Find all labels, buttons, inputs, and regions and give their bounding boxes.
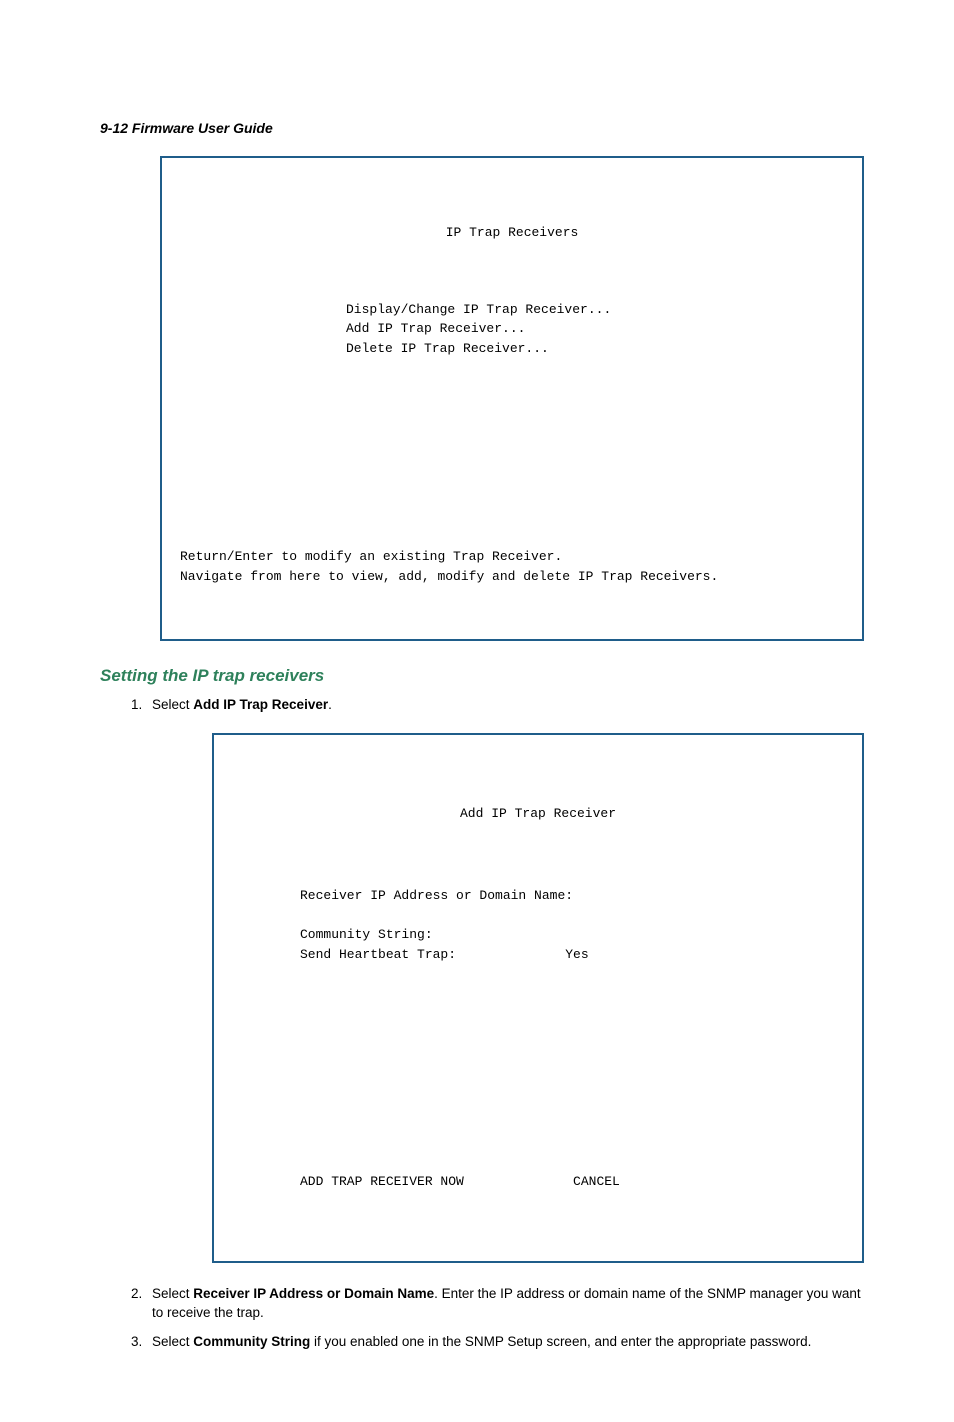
terminal-title: IP Trap Receivers xyxy=(176,223,848,243)
terminal-footer: Return/Enter to modify an existing Trap … xyxy=(180,547,848,586)
step-3-suffix: if you enabled one in the SNMP Setup scr… xyxy=(310,1334,811,1349)
terminal2-actions: ADD TRAP RECEIVER NOW CANCEL xyxy=(300,1172,848,1192)
step-2-prefix: Select xyxy=(152,1286,193,1301)
step-1-suffix: . xyxy=(328,697,332,712)
step-3-prefix: Select xyxy=(152,1334,193,1349)
step-3: Select Community String if you enabled o… xyxy=(146,1333,864,1352)
action-cancel: CANCEL xyxy=(573,1174,620,1189)
step-1-bold: Add IP Trap Receiver xyxy=(193,697,328,712)
field-community-string: Community String: xyxy=(300,927,433,942)
footer-line-2: Navigate from here to view, add, modify … xyxy=(180,569,718,584)
terminal-menu: Display/Change IP Trap Receiver... Add I… xyxy=(346,300,848,359)
section-heading: Setting the IP trap receivers xyxy=(100,666,864,686)
step-2-bold: Receiver IP Address or Domain Name xyxy=(193,1286,434,1301)
steps-list: Select Add IP Trap Receiver. Add IP Trap… xyxy=(100,696,864,1352)
step-2: Select Receiver IP Address or Domain Nam… xyxy=(146,1285,864,1323)
field-heartbeat-label: Send Heartbeat Trap: xyxy=(300,947,456,962)
terminal2-fields: Receiver IP Address or Domain Name: Comm… xyxy=(300,886,848,964)
step-3-bold: Community String xyxy=(193,1334,310,1349)
terminal2-title: Add IP Trap Receiver xyxy=(228,804,848,824)
step-1-prefix: Select xyxy=(152,697,193,712)
step-1: Select Add IP Trap Receiver. Add IP Trap… xyxy=(146,696,864,1263)
footer-line-1: Return/Enter to modify an existing Trap … xyxy=(180,549,562,564)
field-heartbeat-value: Yes xyxy=(565,947,588,962)
field-receiver-ip: Receiver IP Address or Domain Name: xyxy=(300,888,573,903)
menu-delete: Delete IP Trap Receiver... xyxy=(346,341,549,356)
page-header: 9-12 Firmware User Guide xyxy=(100,120,864,136)
terminal-add-ip-trap-receiver: Add IP Trap Receiver Receiver IP Address… xyxy=(212,733,864,1263)
action-add-now: ADD TRAP RECEIVER NOW xyxy=(300,1174,464,1189)
menu-display-change: Display/Change IP Trap Receiver... xyxy=(346,302,611,317)
menu-add: Add IP Trap Receiver... xyxy=(346,321,525,336)
terminal-ip-trap-receivers: IP Trap Receivers Display/Change IP Trap… xyxy=(160,156,864,641)
